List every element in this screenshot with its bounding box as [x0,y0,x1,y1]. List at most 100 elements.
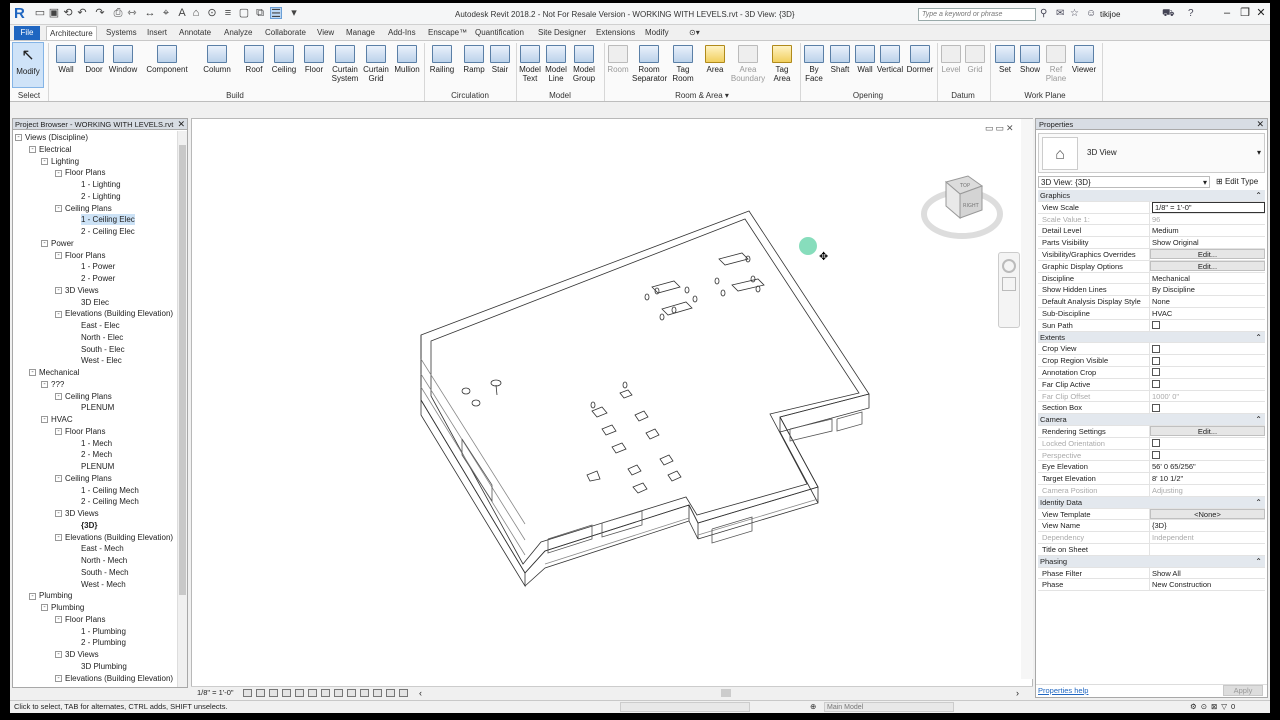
set-button[interactable]: Set [994,43,1016,89]
scroll-thumb[interactable] [179,145,186,595]
wall-opening-button[interactable]: Wall [854,43,876,89]
scroll-right-icon[interactable]: › [1016,687,1019,699]
collapse-toggle-icon[interactable]: - [55,533,62,541]
collapse-toggle-icon[interactable]: - [55,428,62,436]
property-value[interactable] [1149,355,1265,367]
browser-node[interactable]: 3D Plumbing [81,661,127,672]
checkbox[interactable] [1152,403,1160,412]
browser-node[interactable]: -3D Views [55,508,99,519]
checkbox[interactable] [1152,368,1160,377]
tab-add-ins[interactable]: Add-Ins [385,26,419,40]
zoom-icon[interactable] [1002,277,1016,291]
dimension-icon[interactable]: ↔ [144,7,156,19]
shadows-icon[interactable] [282,689,291,697]
door-button[interactable]: Door [82,43,106,89]
render-icon[interactable] [295,689,304,697]
property-value[interactable]: Show Original [1149,237,1265,249]
collapse-toggle-icon[interactable]: - [55,616,62,624]
property-value[interactable] [1149,543,1265,556]
close-icon[interactable]: ✕ [1256,119,1264,130]
apply-button[interactable]: Apply [1223,685,1263,696]
property-value[interactable] [1149,319,1265,332]
property-value[interactable]: By Discipline [1149,284,1265,297]
property-value[interactable]: None [1149,296,1265,308]
tag-room-button[interactable]: Tag Room [670,43,696,89]
type-selector[interactable]: ⌂ 3D View ▾ [1038,133,1265,173]
collapse-toggle-icon[interactable]: - [55,651,62,659]
browser-node[interactable]: - Elevations (Building Elevation) [55,308,173,319]
browser-node[interactable]: - Lighting [41,156,79,167]
user-icon[interactable]: ☺ [1086,8,1096,20]
minimize-button[interactable]: – [1220,6,1234,20]
panel-room-area[interactable]: Room & Area ▾ [604,90,800,101]
checkbox[interactable] [1152,344,1160,353]
component-button[interactable]: Component [144,43,190,89]
browser-node[interactable]: 1 - Ceiling Elec [81,214,135,226]
temp-properties-icon[interactable] [373,689,382,697]
column-button[interactable]: Column [200,43,234,89]
collapse-icon[interactable]: ⌃ [1255,414,1262,426]
collapse-toggle-icon[interactable]: - [29,146,36,154]
collapse-toggle-icon[interactable]: - [41,604,48,612]
steering-wheel-icon[interactable] [1002,259,1016,273]
browser-node[interactable]: North - Mech [81,555,127,566]
property-category[interactable]: Phasing ⌃ [1038,555,1265,568]
ramp-button[interactable]: Ramp [462,43,486,89]
collapse-toggle-icon[interactable]: - [41,157,48,165]
browser-node[interactable]: 2 - Plumbing [81,637,126,648]
browser-node[interactable]: - Electrical [29,144,71,155]
visual-style-icon[interactable] [256,689,265,697]
tab-extensions[interactable]: Extensions [593,26,638,40]
view-scale[interactable]: 1/8" = 1'-0" [197,687,234,699]
wall-button[interactable]: Wall [54,43,78,89]
edit-button[interactable]: Edit... [1150,249,1265,260]
collapse-toggle-icon[interactable]: - [15,134,22,142]
floor-button[interactable]: Floor [302,43,326,89]
temp-hide-icon[interactable] [347,689,356,697]
browser-node[interactable]: - Floor Plans [55,167,105,178]
browser-node[interactable]: 1 - Ceiling Mech [81,485,139,496]
property-value[interactable] [1149,343,1265,356]
browser-node[interactable]: - Floor Plans [55,250,105,261]
property-value[interactable]: Mechanical [1149,272,1265,285]
property-category[interactable]: Extents ⌃ [1038,331,1265,344]
roof-button[interactable]: Roof [242,43,266,89]
browser-node[interactable]: {3D} [81,520,97,531]
property-value[interactable]: HVAC [1149,307,1265,320]
tab-manage[interactable]: Manage [343,26,378,40]
view-window-controls[interactable]: ▭▭✕ [985,123,1016,134]
tab-systems[interactable]: Systems [103,26,140,40]
property-value[interactable]: New Construction [1149,579,1265,592]
tab-modify[interactable]: Modify [642,26,672,40]
edit-button[interactable]: Edit... [1150,426,1265,437]
reveal-hidden-icon[interactable] [360,689,369,697]
property-value[interactable]: {3D} [1149,520,1265,533]
browser-node[interactable]: - Mechanical [29,367,79,378]
tab-architecture[interactable]: Architecture [46,26,97,40]
navigation-bar[interactable] [998,252,1020,328]
browser-node[interactable]: 3D Elec [81,297,109,308]
collapse-toggle-icon[interactable]: - [55,510,62,518]
collapse-toggle-icon[interactable]: - [55,674,62,682]
view-scrollbar[interactable] [1021,119,1033,679]
browser-node[interactable]: - HVAC [41,414,73,425]
hscroll-thumb[interactable] [721,689,731,697]
dormer-button[interactable]: Dormer [906,43,934,89]
close-button[interactable]: ✕ [1254,6,1268,20]
property-value[interactable] [1149,378,1265,391]
viewcube-right-label[interactable]: RIGHT [963,203,980,209]
maximize-button[interactable]: ❐ [1238,6,1252,20]
edit-button[interactable]: <None> [1150,509,1265,520]
browser-node[interactable]: 2 - Power [81,273,115,284]
3d-view-canvas[interactable]: ✥ TOP RIGHT ▭▭✕ [191,118,1033,688]
tab-analyze[interactable]: Analyze [221,26,255,40]
checkbox[interactable] [1152,380,1160,389]
viewer-button[interactable]: Viewer [1070,43,1098,89]
room-button[interactable]: Room [606,43,630,89]
property-value[interactable]: 56' 0 65/256" [1149,461,1265,474]
select-dropdown[interactable]: Select [14,90,44,101]
curtain-grid-button[interactable]: Curtain Grid [362,43,390,89]
help-icon[interactable]: ? [1188,8,1194,20]
default-3d-icon[interactable]: ⌂ [190,7,202,19]
collapse-icon[interactable]: ⌃ [1255,556,1262,568]
